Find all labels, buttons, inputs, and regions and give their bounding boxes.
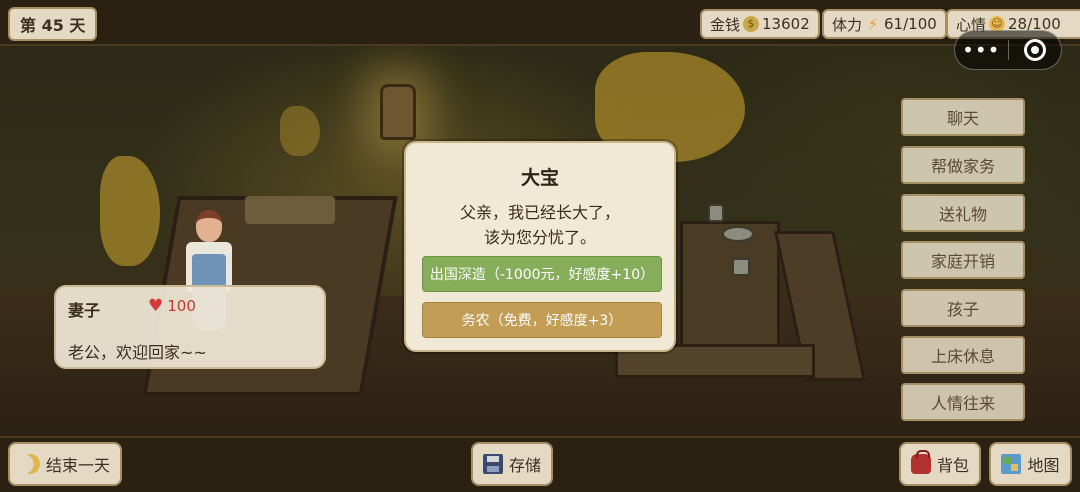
target-ring	[1023, 39, 1046, 61]
modal-message-line2: 该为您分忧了。	[483, 228, 596, 247]
bag-button[interactable]: 背包	[899, 442, 981, 486]
more-menu-icon[interactable]: •••	[955, 31, 1008, 69]
wife-dialogue-card: 妻子 ♥ 100 老公，欢迎回家~~	[54, 285, 326, 369]
study-abroad-option-button[interactable]: 出国深造（-1000元，好感度+10）	[422, 256, 662, 292]
money-label: 金钱	[710, 15, 741, 34]
action-housework-button[interactable]: 帮做家务	[901, 146, 1025, 184]
save-button[interactable]: 存储	[471, 442, 553, 486]
action-chat-button[interactable]: 聊天	[901, 98, 1025, 136]
farming-option-button[interactable]: 务农（免费，好感度+3）	[422, 302, 662, 338]
wife-head	[196, 210, 222, 242]
map-button[interactable]: 地图	[989, 442, 1072, 486]
end-day-label: 结束一天	[45, 456, 110, 475]
wife-dialogue-text: 老公，欢迎回家~~	[68, 343, 207, 362]
lantern-icon	[380, 84, 416, 140]
close-target-icon[interactable]	[1008, 39, 1061, 61]
backpack-icon	[910, 450, 931, 474]
stamina-stat: 体力 ⚡ 61/100	[822, 9, 947, 39]
stamina-label: 体力	[832, 15, 863, 34]
pillow	[245, 196, 335, 224]
action-expenses-button[interactable]: 家庭开销	[901, 241, 1025, 279]
coin-icon: $	[743, 16, 760, 32]
moon-icon	[17, 451, 43, 477]
cup-icon	[708, 204, 724, 222]
affection-value: 100	[167, 297, 196, 315]
map-label: 地图	[1027, 456, 1060, 475]
wife-name: 妻子	[68, 301, 101, 320]
modal-title: 大宝	[520, 167, 559, 189]
bottom-bar: 结束一天 存储 背包 地图	[0, 436, 1080, 492]
map-icon	[1001, 454, 1022, 474]
money-value: 13602	[762, 15, 810, 33]
stamina-value: 61/100	[884, 15, 937, 33]
action-social-button[interactable]: 人情往来	[901, 383, 1025, 421]
action-children-button[interactable]: 孩子	[901, 289, 1025, 327]
wall-stain	[100, 156, 160, 266]
money-stat: 金钱 $ 13602	[700, 9, 820, 39]
event-modal: 大宝 父亲，我已经长大了， 该为您分忧了。 出国深造（-1000元，好感度+10…	[404, 141, 676, 352]
day-label: 第 45 天	[20, 16, 86, 35]
day-counter: 第 45 天	[8, 7, 98, 41]
action-sleep-button[interactable]: 上床休息	[901, 336, 1025, 374]
top-status-bar: 第 45 天 金钱 $ 13602 体力 ⚡ 61/100 心情 ☺ 28/10…	[0, 0, 1080, 46]
bag-label: 背包	[936, 456, 969, 475]
lightning-icon: ⚡	[867, 15, 879, 33]
wife-affection: ♥ 100	[148, 297, 196, 315]
action-gift-button[interactable]: 送礼物	[901, 194, 1025, 232]
bowl-icon	[722, 226, 754, 242]
save-label: 存储	[508, 456, 541, 475]
miniprogram-capsule: •••	[954, 30, 1062, 70]
modal-message: 父亲，我已经长大了， 该为您分忧了。	[406, 200, 674, 250]
end-day-button[interactable]: 结束一天	[8, 442, 122, 486]
floppy-disk-icon	[482, 454, 503, 474]
cup-icon	[732, 258, 750, 276]
wall-stain	[280, 106, 320, 156]
heart-icon: ♥	[148, 295, 164, 316]
modal-message-line1: 父亲，我已经长大了，	[459, 203, 620, 222]
